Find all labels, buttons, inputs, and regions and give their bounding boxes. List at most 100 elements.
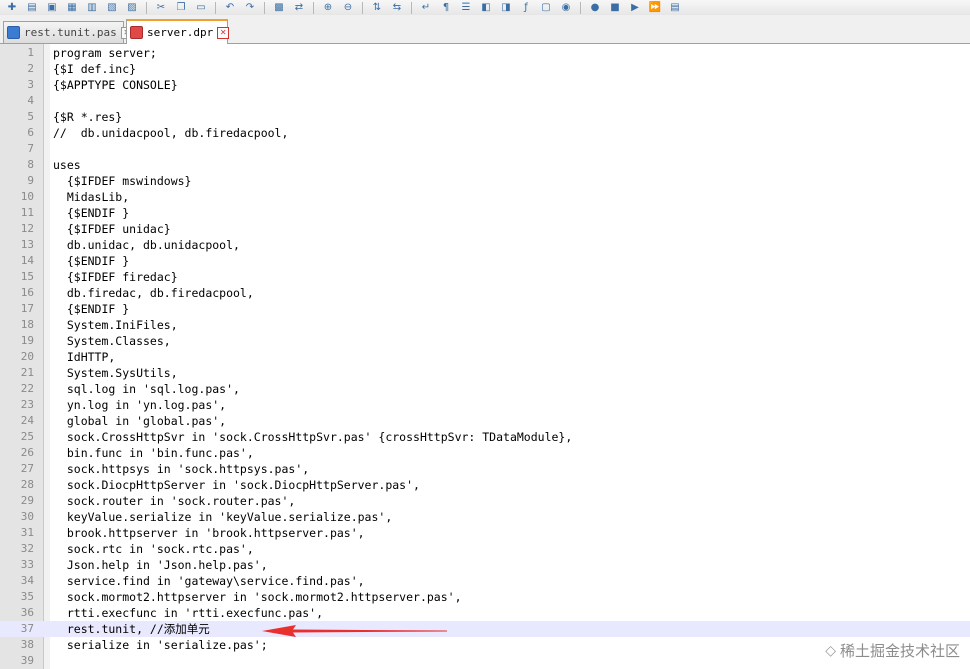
line-number: 5 (27, 110, 34, 123)
stop-macro-icon[interactable]: ■ (606, 1, 624, 15)
undo-icon[interactable]: ↶ (221, 1, 239, 15)
save-all-icon[interactable]: ▦ (63, 1, 81, 15)
replace-icon[interactable]: ⇄ (290, 1, 308, 15)
code-line[interactable]: 11 {$ENDIF } (0, 205, 970, 221)
code-line[interactable]: 24 global in 'global.pas', (0, 413, 970, 429)
run-macro-multiple-icon[interactable]: ⏩ (646, 1, 664, 15)
code-line[interactable]: 8 uses (0, 157, 970, 173)
line-number: 8 (27, 158, 34, 171)
tab-rest-tunit-pas[interactable]: rest.tunit.pas ✕ (3, 21, 133, 43)
code-line[interactable]: 21 System.SysUtils, (0, 365, 970, 381)
code-line[interactable]: 13 db.unidac, db.unidacpool, (0, 237, 970, 253)
folder-workspace-icon[interactable]: ▢ (537, 1, 555, 15)
code-line[interactable]: 28 sock.DiocpHttpServer in 'sock.DiocpHt… (0, 477, 970, 493)
line-number: 30 (20, 510, 34, 523)
code-line[interactable]: 3 {$APPTYPE CONSOLE} (0, 77, 970, 93)
code-line[interactable]: 18 System.IniFiles, (0, 317, 970, 333)
code-line[interactable]: 15 {$IFDEF firedac} (0, 269, 970, 285)
line-text: sock.rtc in 'sock.rtc.pas', (53, 542, 254, 556)
line-text: serialize in 'serialize.pas'; (53, 638, 268, 652)
line-number: 36 (20, 606, 34, 619)
line-text: Json.help in 'Json.help.pas', (53, 558, 268, 572)
function-list-icon[interactable]: ƒ (517, 1, 535, 15)
close-file-icon[interactable]: ▥ (83, 1, 101, 15)
code-line[interactable]: 16 db.firedac, db.firedacpool, (0, 285, 970, 301)
code-line[interactable]: 14 {$ENDIF } (0, 253, 970, 269)
tab-server-dpr[interactable]: server.dpr ✕ (126, 19, 230, 44)
language-icon[interactable]: ◧ (477, 1, 495, 15)
line-text: {$IFDEF firedac} (53, 270, 178, 284)
play-macro-icon[interactable]: ▶ (626, 1, 644, 15)
sync-horizontal-icon[interactable]: ⇆ (388, 1, 406, 15)
new-file-icon[interactable]: ✚ (3, 1, 21, 15)
code-line[interactable]: 7 (0, 141, 970, 157)
word-wrap-icon[interactable]: ↵ (417, 1, 435, 15)
line-number: 27 (20, 462, 34, 475)
code-line[interactable]: 12 {$IFDEF unidac} (0, 221, 970, 237)
line-number: 38 (20, 638, 34, 651)
line-text: sock.DiocpHttpServer in 'sock.DiocpHttpS… (53, 478, 420, 492)
close-all-icon[interactable]: ▧ (103, 1, 121, 15)
code-line[interactable]: 2 {$I def.inc} (0, 61, 970, 77)
line-text: {$IFDEF mswindows} (53, 174, 192, 188)
open-file-icon[interactable]: ▤ (23, 1, 41, 15)
code-line[interactable]: 5 {$R *.res} (0, 109, 970, 125)
zoom-out-icon[interactable]: ⊖ (339, 1, 357, 15)
code-line[interactable]: 1 program server; (0, 45, 970, 61)
zoom-in-icon[interactable]: ⊕ (319, 1, 337, 15)
line-text: System.SysUtils, (53, 366, 178, 380)
line-number: 10 (20, 190, 34, 203)
toolbar-separator (146, 1, 147, 14)
code-line[interactable]: 34 service.find in 'gateway\service.find… (0, 573, 970, 589)
close-icon[interactable]: ✕ (217, 26, 230, 39)
line-text: sock.httpsys in 'sock.httpsys.pas', (53, 462, 310, 476)
code-editor[interactable]: 1 program server; 2 {$I def.inc} 3 {$APPTYPE … (0, 44, 970, 669)
line-number: 14 (20, 254, 34, 267)
code-line[interactable]: 32 sock.rtc in 'sock.rtc.pas', (0, 541, 970, 557)
code-line[interactable]: 31 brook.httpserver in 'brook.httpserver… (0, 525, 970, 541)
print-icon[interactable]: ▨ (123, 1, 141, 15)
paste-icon[interactable]: ▭ (192, 1, 210, 15)
code-line[interactable]: 10 MidasLib, (0, 189, 970, 205)
code-line[interactable]: 19 System.Classes, (0, 333, 970, 349)
line-text: {$ENDIF } (53, 302, 130, 316)
watermark-text: 稀土掘金技术社区 (839, 642, 960, 660)
code-line[interactable]: 4 (0, 93, 970, 109)
document-map-icon[interactable]: ◨ (497, 1, 515, 15)
redo-icon[interactable]: ↷ (241, 1, 259, 15)
toolbar-separator (362, 1, 363, 14)
code-line[interactable]: 25 sock.CrossHttpSvr in 'sock.CrossHttpS… (0, 429, 970, 445)
code-line[interactable]: 29 sock.router in 'sock.router.pas', (0, 493, 970, 509)
code-line[interactable]: 33 Json.help in 'Json.help.pas', (0, 557, 970, 573)
code-line[interactable]: 22 sql.log in 'sql.log.pas', (0, 381, 970, 397)
line-text: sock.CrossHttpSvr in 'sock.CrossHttpSvr.… (53, 430, 573, 444)
code-line[interactable]: 37 rest.tunit, //添加单元 (0, 621, 970, 637)
record-macro-icon[interactable]: ● (586, 1, 604, 15)
toolbar-separator (411, 1, 412, 14)
code-line[interactable]: 23 yn.log in 'yn.log.pas', (0, 397, 970, 413)
sync-vertical-icon[interactable]: ⇅ (368, 1, 386, 15)
line-number: 23 (20, 398, 34, 411)
code-line[interactable]: 6 // db.unidacpool, db.firedacpool, (0, 125, 970, 141)
code-line[interactable]: 9 {$IFDEF mswindows} (0, 173, 970, 189)
monitoring-icon[interactable]: ◉ (557, 1, 575, 15)
code-line[interactable]: 17 {$ENDIF } (0, 301, 970, 317)
line-text: System.Classes, (53, 334, 171, 348)
line-number: 39 (20, 654, 34, 667)
save-macro-icon[interactable]: ▤ (666, 1, 684, 15)
find-icon[interactable]: ▩ (270, 1, 288, 15)
line-text: keyValue.serialize in 'keyValue.serializ… (53, 510, 393, 524)
code-line[interactable]: 35 sock.mormot2.httpserver in 'sock.morm… (0, 589, 970, 605)
code-line[interactable]: 20 IdHTTP, (0, 349, 970, 365)
copy-icon[interactable]: ❐ (172, 1, 190, 15)
code-line[interactable]: 26 bin.func in 'bin.func.pas', (0, 445, 970, 461)
save-icon[interactable]: ▣ (43, 1, 61, 15)
line-number: 19 (20, 334, 34, 347)
code-text-area[interactable]: 1 program server; 2 {$I def.inc} 3 {$APPTYPE … (0, 45, 970, 669)
code-line[interactable]: 27 sock.httpsys in 'sock.httpsys.pas', (0, 461, 970, 477)
code-line[interactable]: 30 keyValue.serialize in 'keyValue.seria… (0, 509, 970, 525)
cut-icon[interactable]: ✂ (152, 1, 170, 15)
show-all-chars-icon[interactable]: ¶ (437, 1, 455, 15)
indent-guide-icon[interactable]: ☰ (457, 1, 475, 15)
code-line[interactable]: 36 rtti.execfunc in 'rtti.execfunc.pas', (0, 605, 970, 621)
